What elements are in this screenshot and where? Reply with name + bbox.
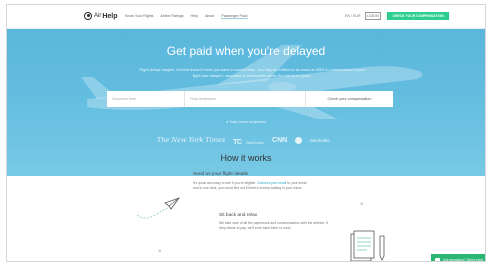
decorative-x-icon: ×	[158, 249, 162, 255]
login-button[interactable]: LOG IN	[365, 12, 381, 20]
top-navigation-bar: Air Help Know Your Rights Airline Rating…	[7, 5, 485, 29]
decorative-x-icon: ×	[360, 202, 364, 208]
documents-icon	[350, 230, 385, 261]
connect-email-link[interactable]: Connect your email	[257, 181, 286, 185]
nav-help[interactable]: Help	[191, 14, 198, 19]
airhelp-logo[interactable]: Air Help	[84, 12, 118, 20]
techcrunch-logo: TC TechCrunch	[233, 131, 264, 149]
press-logos: The New York Times TC TechCrunch CNN Mas…	[157, 131, 330, 149]
paper-plane-icon	[136, 197, 181, 219]
cnn-logo: CNN	[272, 136, 288, 144]
nav-know-your-rights[interactable]: Know Your Rights	[125, 14, 153, 19]
tc-wordmark: TechCrunch	[245, 141, 265, 145]
check-your-compensation-button[interactable]: Check your compensation	[305, 91, 393, 107]
step2-title: Sit back and relax	[219, 213, 258, 218]
main-nav: Know Your Rights Airline Ratings Help Ab…	[125, 14, 248, 19]
nav-passenger-pack[interactable]: Passenger Pack	[221, 14, 248, 19]
hero-subtitle: Flight delays happen, but that doesn't m…	[139, 68, 365, 78]
step1-title: Send us your flight details	[193, 172, 248, 177]
flight-search-form: Departure from Final destination Check y…	[107, 91, 393, 107]
logo-text: Help	[102, 12, 118, 20]
browser-page: Air Help Know Your Rights Airline Rating…	[6, 4, 486, 262]
step2-description: We take care of all the paperwork and co…	[219, 221, 328, 230]
press-dot-icon	[295, 136, 303, 144]
nav-about[interactable]: About	[205, 14, 214, 19]
logo-prefix: Air	[94, 13, 102, 19]
nav-airline-ratings[interactable]: Airline Ratings	[160, 14, 183, 19]
step1-text-a: It's quick and easy to see if you're eli…	[193, 181, 258, 185]
tc-mark: TC	[233, 139, 242, 146]
departure-input[interactable]: Departure from	[107, 91, 185, 107]
language-selector[interactable]: EN / EUR	[345, 14, 361, 18]
hero-title: Get paid when you're delayed	[166, 44, 326, 58]
daily-companion-tagline: ★ Daily travel companion	[225, 120, 267, 124]
check-compensation-button[interactable]: CHECK YOUR COMPENSATION	[387, 12, 449, 20]
nyt-logo: The New York Times	[157, 136, 226, 144]
how-it-works-heading: How it works	[220, 153, 272, 163]
chat-label: Got questions? We're here	[443, 257, 484, 262]
chat-bubble-icon	[435, 257, 440, 261]
chat-widget-button[interactable]: Got questions? We're here	[431, 254, 485, 262]
logo-icon	[84, 12, 92, 20]
step1-description: It's quick and easy to see if you're eli…	[193, 181, 309, 191]
destination-input[interactable]: Final destination	[185, 91, 305, 107]
mashable-logo: Mashable	[310, 137, 330, 143]
